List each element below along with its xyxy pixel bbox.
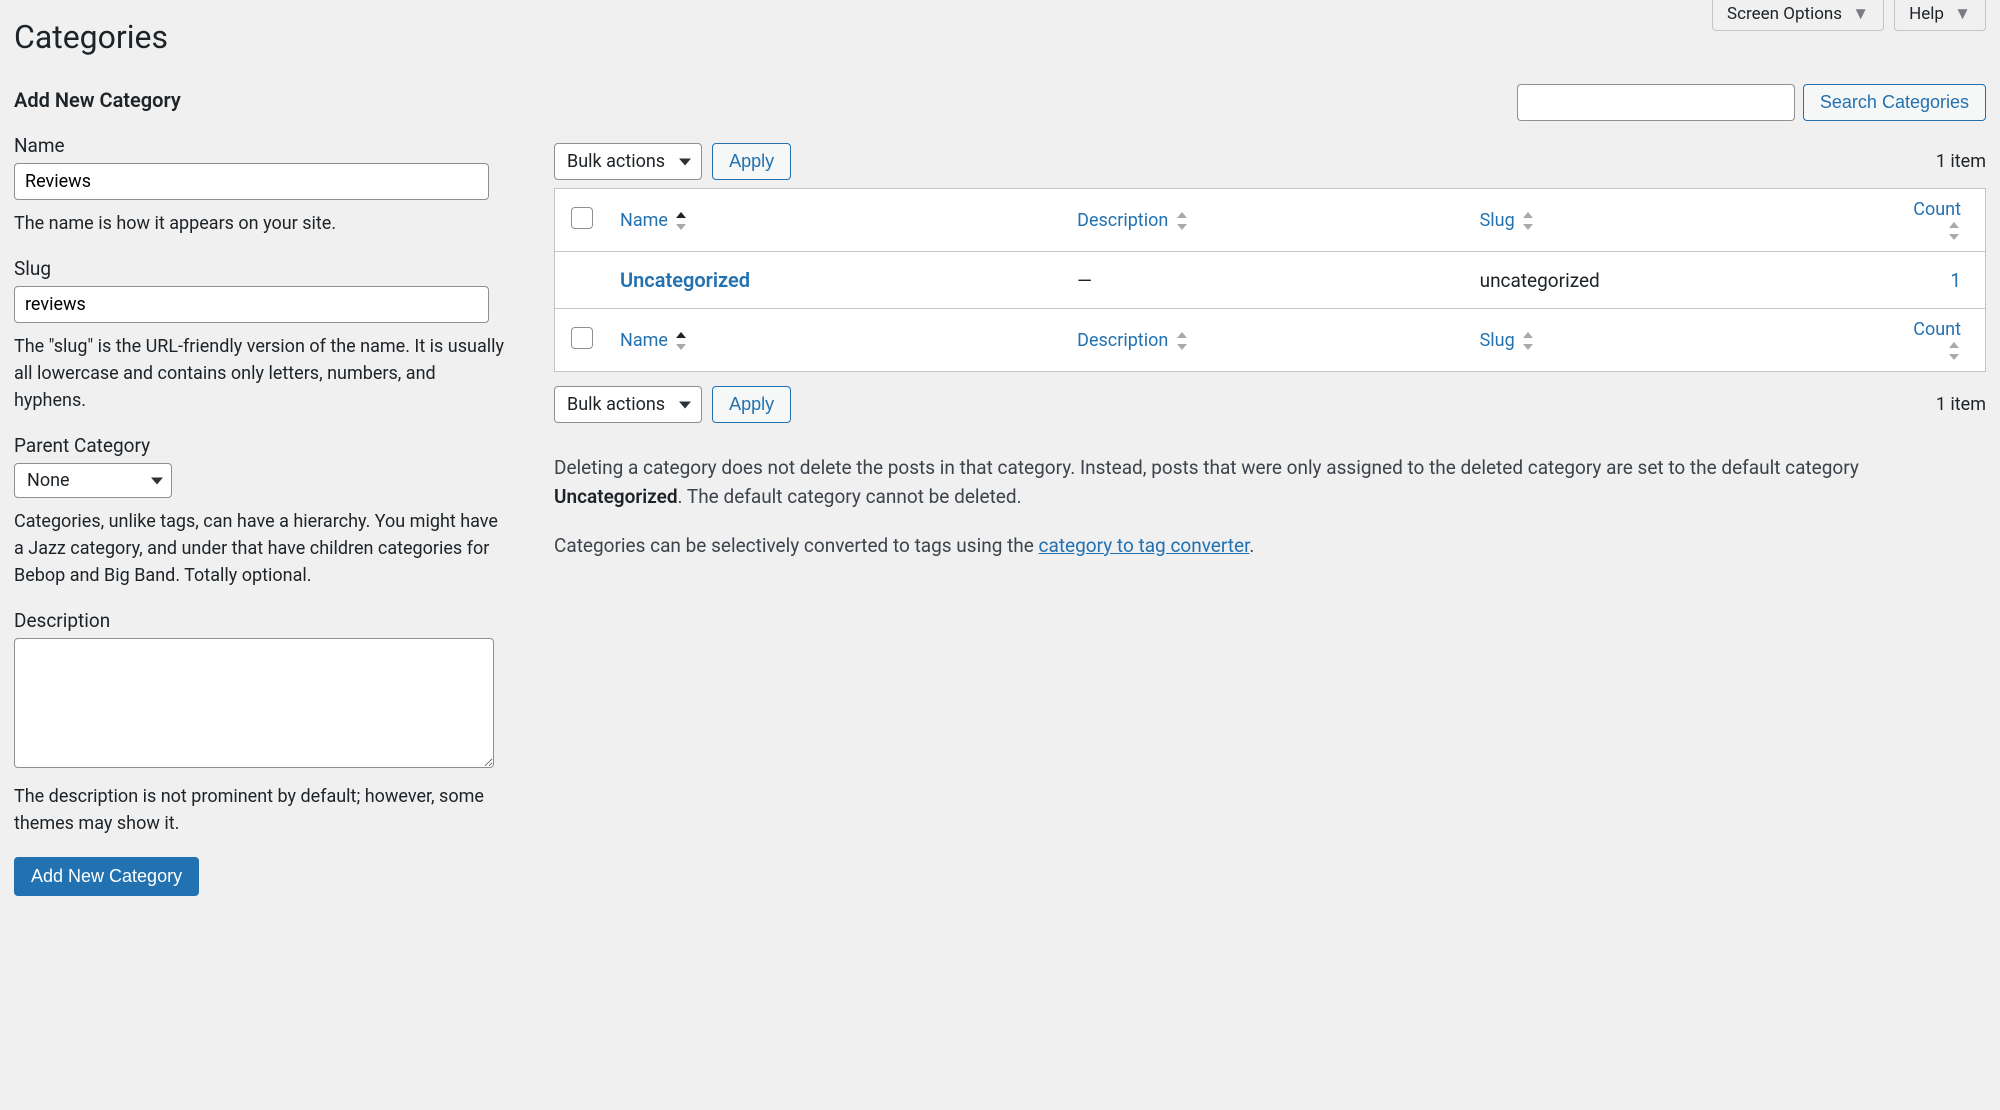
description-column-header[interactable]: Description <box>1065 189 1467 252</box>
description-column-label: Description <box>1077 330 1168 351</box>
sort-icon <box>676 332 688 350</box>
count-column-header[interactable]: Count <box>1896 189 1986 252</box>
table-row: Uncategorized — uncategorized 1 <box>555 252 1986 309</box>
name-field[interactable] <box>14 163 489 200</box>
slug-column-label: Slug <box>1480 210 1515 231</box>
description-field[interactable] <box>14 638 494 768</box>
apply-button-top[interactable]: Apply <box>712 143 791 180</box>
help-tab[interactable]: Help ▼ <box>1894 0 1986 31</box>
count-column-label: Count <box>1913 319 1961 340</box>
convert-note: Categories can be selectively converted … <box>554 531 1986 560</box>
description-help: The description is not prominent by defa… <box>14 783 504 837</box>
bulk-actions-select-bottom[interactable]: Bulk actions <box>554 386 702 423</box>
select-all-top[interactable] <box>571 207 593 229</box>
slug-field-label: Slug <box>14 257 504 280</box>
chevron-down-icon: ▼ <box>1852 4 1869 24</box>
row-slug: uncategorized <box>1468 252 1896 309</box>
description-column-label: Description <box>1077 210 1168 231</box>
delete-note: Deleting a category does not delete the … <box>554 453 1986 512</box>
row-name-link[interactable]: Uncategorized <box>620 268 750 292</box>
parent-field-label: Parent Category <box>14 434 504 457</box>
name-column-label: Name <box>620 330 668 351</box>
bulk-actions-label: Bulk actions <box>567 151 665 172</box>
bulk-actions-select-top[interactable]: Bulk actions <box>554 143 702 180</box>
chevron-down-icon <box>679 158 691 165</box>
description-field-label: Description <box>14 609 504 632</box>
slug-column-header[interactable]: Slug <box>1468 189 1896 252</box>
item-count-bottom: 1 item <box>1936 394 1986 415</box>
chevron-down-icon <box>151 477 163 484</box>
chevron-down-icon <box>679 401 691 408</box>
parent-select[interactable]: None <box>14 463 172 498</box>
name-help: The name is how it appears on your site. <box>14 210 504 237</box>
help-label: Help <box>1909 4 1944 24</box>
form-heading: Add New Category <box>14 88 504 112</box>
name-field-label: Name <box>14 134 504 157</box>
bulk-actions-label: Bulk actions <box>567 394 665 415</box>
chevron-down-icon: ▼ <box>1954 4 1971 24</box>
sort-icon <box>1177 212 1189 230</box>
delete-note-text-a: Deleting a category does not delete the … <box>554 456 1859 479</box>
tag-converter-link[interactable]: category to tag converter <box>1039 534 1250 557</box>
parent-help: Categories, unlike tags, can have a hier… <box>14 508 504 589</box>
count-column-footer[interactable]: Count <box>1896 309 1986 372</box>
sort-icon <box>1949 342 1961 360</box>
add-category-button[interactable]: Add New Category <box>14 857 199 896</box>
convert-note-text-b: . <box>1249 534 1254 557</box>
sort-icon <box>1177 332 1189 350</box>
name-column-footer[interactable]: Name <box>608 309 1065 372</box>
search-input[interactable] <box>1517 84 1795 121</box>
row-count-link[interactable]: 1 <box>1950 269 1961 292</box>
count-column-label: Count <box>1913 199 1961 220</box>
slug-field[interactable] <box>14 286 489 323</box>
search-categories-button[interactable]: Search Categories <box>1803 84 1986 121</box>
name-column-label: Name <box>620 210 668 231</box>
sort-icon <box>676 212 688 230</box>
slug-column-label: Slug <box>1480 330 1515 351</box>
page-title: Categories <box>14 18 1986 56</box>
item-count-top: 1 item <box>1936 151 1986 172</box>
delete-note-text-b: . The default category cannot be deleted… <box>678 485 1022 508</box>
slug-column-footer[interactable]: Slug <box>1468 309 1896 372</box>
description-column-footer[interactable]: Description <box>1065 309 1467 372</box>
slug-help: The "slug" is the URL-friendly version o… <box>14 333 504 414</box>
name-column-header[interactable]: Name <box>608 189 1065 252</box>
select-all-bottom[interactable] <box>571 327 593 349</box>
screen-options-label: Screen Options <box>1727 4 1842 24</box>
sort-icon <box>1523 332 1535 350</box>
sort-icon <box>1949 222 1961 240</box>
screen-options-tab[interactable]: Screen Options ▼ <box>1712 0 1884 31</box>
categories-table: Name Description Slug Count <box>554 188 1986 372</box>
sort-icon <box>1523 212 1535 230</box>
parent-select-value: None <box>27 470 70 491</box>
delete-note-strong: Uncategorized <box>554 485 678 508</box>
row-description: — <box>1065 252 1467 309</box>
convert-note-text-a: Categories can be selectively converted … <box>554 534 1039 557</box>
apply-button-bottom[interactable]: Apply <box>712 386 791 423</box>
